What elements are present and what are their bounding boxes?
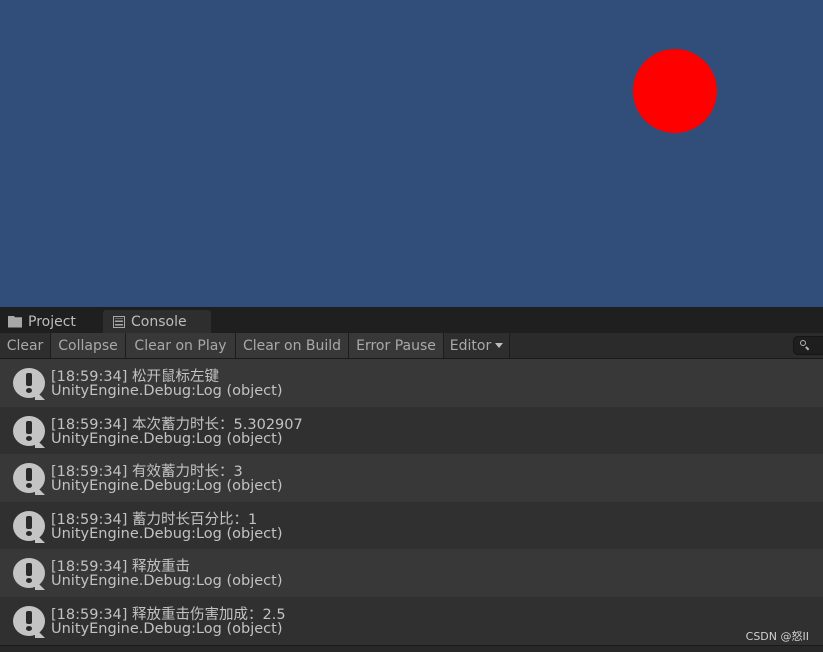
info-icon	[13, 558, 45, 591]
log-source: UnityEngine.Debug:Log (object)	[51, 620, 283, 637]
console-log-list: [18:59:34] 松开鼠标左键 UnityEngine.Debug:Log …	[0, 359, 823, 645]
button-label: Editor	[449, 337, 492, 354]
tab-label: Console	[131, 313, 187, 330]
log-source: UnityEngine.Debug:Log (object)	[51, 430, 283, 447]
button-label: Clear on Play	[134, 337, 227, 354]
divider	[0, 645, 823, 646]
clear-on-play-button[interactable]: Clear on Play	[126, 333, 236, 358]
editor-dropdown[interactable]: Editor	[444, 333, 510, 358]
log-source: UnityEngine.Debug:Log (object)	[51, 573, 283, 590]
info-icon	[13, 463, 45, 496]
red-circle-sprite	[633, 49, 717, 133]
info-icon	[13, 510, 45, 543]
folder-icon	[8, 315, 22, 328]
log-entry[interactable]: [18:59:34] 释放重击伤害加成：2.5 UnityEngine.Debu…	[0, 596, 823, 645]
chevron-down-icon	[495, 343, 504, 348]
console-toolbar: Clear Collapse Clear on Play Clear on Bu…	[0, 333, 823, 359]
info-icon	[13, 415, 45, 448]
log-source: UnityEngine.Debug:Log (object)	[51, 525, 283, 542]
clear-button[interactable]: Clear	[0, 333, 51, 358]
tab-console[interactable]: Console	[103, 310, 211, 333]
log-entry[interactable]: [18:59:34] 有效蓄力时长：3 UnityEngine.Debug:Lo…	[0, 454, 823, 502]
console-icon	[113, 315, 125, 328]
info-icon	[13, 368, 45, 400]
button-label: Clear	[6, 337, 44, 354]
collapse-button[interactable]: Collapse	[51, 333, 126, 358]
log-entry[interactable]: [18:59:34] 本次蓄力时长：5.302907 UnityEngine.D…	[0, 406, 823, 455]
game-view	[0, 0, 823, 307]
search-icon	[800, 340, 806, 346]
button-label: Error Pause	[356, 337, 436, 354]
log-entry[interactable]: [18:59:34] 释放重击 UnityEngine.Debug:Log (o…	[0, 549, 823, 597]
log-entry[interactable]: [18:59:34] 蓄力时长百分比：1 UnityEngine.Debug:L…	[0, 501, 823, 550]
search-input[interactable]	[793, 336, 823, 355]
log-source: UnityEngine.Debug:Log (object)	[51, 478, 283, 495]
clear-on-build-button[interactable]: Clear on Build	[236, 333, 349, 358]
log-entry[interactable]: [18:59:34] 松开鼠标左键 UnityEngine.Debug:Log …	[0, 359, 823, 407]
info-icon	[13, 605, 45, 638]
tab-project[interactable]: Project	[0, 310, 102, 333]
button-label: Clear on Build	[242, 337, 342, 354]
tab-label: Project	[28, 313, 76, 330]
error-pause-button[interactable]: Error Pause	[349, 333, 444, 358]
tab-bar: Project Console	[0, 307, 823, 333]
log-source: UnityEngine.Debug:Log (object)	[51, 383, 283, 399]
button-label: Collapse	[58, 337, 118, 354]
watermark: CSDN @怒II	[745, 630, 809, 643]
